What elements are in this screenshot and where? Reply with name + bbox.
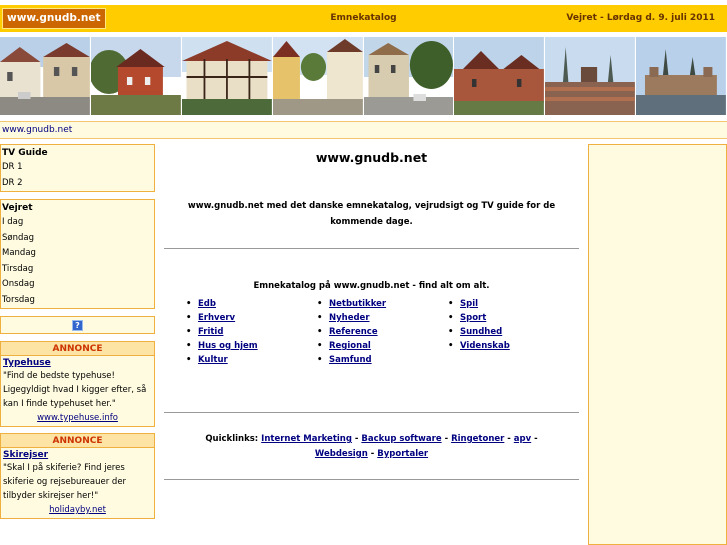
category-column-3: Spil Sport Sundhed Videnskab bbox=[448, 297, 579, 367]
main-content: www.gnudb.net www.gnudb.net med det dans… bbox=[164, 144, 579, 480]
divider bbox=[164, 479, 579, 480]
quicklinks-label: Quicklinks: bbox=[205, 434, 259, 444]
category-column-2: Netbutikker Nyheder Reference Regional S… bbox=[317, 297, 448, 367]
category-column-1: Edb Erhverv Fritid Hus og hjem Kultur bbox=[186, 297, 317, 367]
weather-title[interactable]: Vejret bbox=[1, 200, 154, 215]
divider bbox=[164, 412, 579, 413]
help-icon[interactable]: ? bbox=[72, 319, 83, 331]
quicklink-backup-software[interactable]: Backup software bbox=[361, 434, 441, 444]
castle-wall-photo bbox=[454, 37, 546, 115]
category-link-hus-og-hjem[interactable]: Hus og hjem bbox=[198, 341, 258, 351]
intro-text: www.gnudb.net med det danske emnekatalog… bbox=[187, 201, 556, 227]
ad-skirejser: Skirejser "Skal I på skiferie? Find jere… bbox=[0, 447, 155, 519]
tv-item-dr2[interactable]: DR 2 bbox=[1, 176, 154, 192]
quicklink-separator: - bbox=[531, 434, 538, 444]
category-link-nyheder[interactable]: Nyheder bbox=[329, 313, 370, 323]
ad-title[interactable]: Skirejser bbox=[3, 450, 152, 460]
help-box: ? bbox=[0, 316, 155, 334]
category-item: Samfund bbox=[317, 353, 448, 367]
timber-house-photo bbox=[181, 37, 273, 115]
site-logo[interactable]: www.gnudb.net bbox=[2, 8, 106, 29]
quicklink-internet-marketing[interactable]: Internet Marketing bbox=[261, 434, 352, 444]
street-photo bbox=[0, 37, 91, 115]
category-item: Sport bbox=[448, 311, 579, 325]
weather-item-monday[interactable]: Mandag bbox=[1, 246, 154, 262]
category-link-sport[interactable]: Sport bbox=[460, 313, 486, 323]
square-photo bbox=[363, 37, 455, 115]
breadcrumb[interactable]: www.gnudb.net bbox=[0, 121, 727, 139]
quicklink-ringetoner[interactable]: Ringetoner bbox=[451, 434, 504, 444]
category-link-regional[interactable]: Regional bbox=[329, 341, 371, 351]
weather-item-wednesday[interactable]: Onsdag bbox=[1, 277, 154, 293]
quicklink-separator: - bbox=[441, 434, 452, 444]
quicklink-separator: - bbox=[351, 434, 362, 444]
category-item: Netbutikker bbox=[317, 297, 448, 311]
divider bbox=[164, 248, 579, 249]
ad-header: ANNONCE bbox=[0, 341, 155, 355]
weather-item-tuesday[interactable]: Tirsdag bbox=[1, 262, 154, 278]
category-item: Fritid bbox=[186, 325, 317, 339]
category-link-kultur[interactable]: Kultur bbox=[198, 355, 228, 365]
category-item: Kultur bbox=[186, 353, 317, 367]
ad-text: "Skal I på skiferie? Find jeres skiferie… bbox=[3, 463, 127, 501]
category-link-reference[interactable]: Reference bbox=[329, 327, 378, 337]
category-item: Edb bbox=[186, 297, 317, 311]
category-item: Reference bbox=[317, 325, 448, 339]
ad-header: ANNONCE bbox=[0, 433, 155, 447]
quicklink-apv[interactable]: apv bbox=[514, 434, 531, 444]
ad-typehuse: Typehuse "Find de bedste typehuse! Ligeg… bbox=[0, 355, 155, 427]
category-item: Regional bbox=[317, 339, 448, 353]
village-photo bbox=[90, 37, 182, 115]
category-item: Hus og hjem bbox=[186, 339, 317, 353]
category-link-samfund[interactable]: Samfund bbox=[329, 355, 372, 365]
category-item: Videnskab bbox=[448, 339, 579, 353]
category-link-sundhed[interactable]: Sundhed bbox=[460, 327, 502, 337]
category-link-erhverv[interactable]: Erhverv bbox=[198, 313, 235, 323]
quicklink-byportaler[interactable]: Byportaler bbox=[377, 449, 428, 459]
page-title: www.gnudb.net bbox=[315, 150, 428, 165]
category-link-edb[interactable]: Edb bbox=[198, 299, 216, 309]
tv-item-dr1[interactable]: DR 1 bbox=[1, 160, 154, 176]
category-list: Edb Erhverv Fritid Hus og hjem Kultur Ne… bbox=[164, 297, 579, 367]
weather-item-thursday[interactable]: Torsdag bbox=[1, 293, 154, 309]
ad-link[interactable]: www.typehuse.info bbox=[3, 413, 152, 423]
category-item: Sundhed bbox=[448, 325, 579, 339]
quicklink-separator: - bbox=[504, 434, 514, 444]
right-sidebar bbox=[588, 144, 727, 545]
city-skyline-photo bbox=[545, 37, 637, 115]
tv-guide-title[interactable]: TV Guide bbox=[1, 145, 154, 160]
castle-photo bbox=[636, 37, 727, 115]
weather-item-sunday[interactable]: Søndag bbox=[1, 231, 154, 247]
top-bar: www.gnudb.net Emnekatalog Vejret - Lørda… bbox=[0, 5, 727, 32]
weather-item-today[interactable]: I dag bbox=[1, 215, 154, 231]
header-weather-date[interactable]: Vejret - Lørdag d. 9. juli 2011 bbox=[566, 5, 715, 32]
category-item: Nyheder bbox=[317, 311, 448, 325]
ad-link[interactable]: holidayby.net bbox=[3, 505, 152, 515]
category-link-fritid[interactable]: Fritid bbox=[198, 327, 223, 337]
category-link-spil[interactable]: Spil bbox=[460, 299, 478, 309]
lane-photo bbox=[272, 37, 364, 115]
catalog-heading: Emnekatalog på www.gnudb.net - find alt … bbox=[253, 281, 490, 291]
quicklink-webdesign[interactable]: Webdesign bbox=[315, 449, 368, 459]
category-link-videnskab[interactable]: Videnskab bbox=[460, 341, 510, 351]
ad-title[interactable]: Typehuse bbox=[3, 358, 152, 368]
category-link-netbutikker[interactable]: Netbutikker bbox=[329, 299, 386, 309]
quicklink-separator: - bbox=[367, 449, 378, 459]
category-item: Erhverv bbox=[186, 311, 317, 325]
weather-box: Vejret I dag Søndag Mandag Tirsdag Onsda… bbox=[0, 199, 155, 309]
quicklinks: Quicklinks: Internet Marketing - Backup … bbox=[164, 432, 579, 462]
category-item: Spil bbox=[448, 297, 579, 311]
tv-guide-box: TV Guide DR 1 DR 2 bbox=[0, 144, 155, 192]
photo-banner bbox=[0, 37, 727, 115]
ad-text: "Find de bedste typehuse! Ligegyldigt hv… bbox=[3, 371, 147, 409]
left-sidebar: TV Guide DR 1 DR 2 Vejret I dag Søndag M… bbox=[0, 144, 155, 525]
